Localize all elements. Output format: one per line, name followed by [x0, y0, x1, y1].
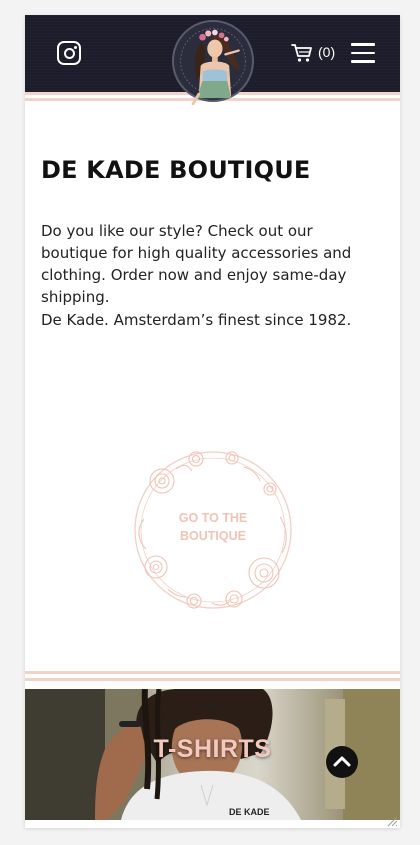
menu-bar [351, 43, 375, 46]
chevron-up-icon [333, 756, 351, 767]
intro-paragraph: Do you like our style? Check out our bou… [41, 222, 352, 306]
tagline-paragraph: De Kade. Amsterdam’s finest since 1982. [41, 311, 352, 329]
page-title: DE KADE BOUTIQUE [41, 156, 311, 184]
scroll-to-top-button[interactable] [326, 746, 358, 778]
hamburger-menu-icon[interactable] [351, 43, 375, 63]
boutique-link-line1: GO TO THE [178, 511, 248, 525]
boutique-logo[interactable] [172, 20, 254, 106]
resize-handle-icon[interactable] [386, 815, 398, 827]
boutique-link-line2: BOUTIQUE [180, 529, 246, 543]
instagram-icon[interactable] [57, 41, 81, 65]
shirt-print: DE KADE [229, 807, 270, 817]
boutique-link-label: GO TO THE BOUTIQUE [132, 509, 294, 545]
page-card: (0) DE KADE BOUTIQUE Do you like our sty… [25, 15, 400, 828]
section-divider [25, 671, 400, 674]
section-divider [25, 678, 400, 681]
menu-bar [351, 51, 375, 54]
cart-count[interactable]: (0) [318, 43, 335, 61]
go-to-boutique-button[interactable]: GO TO THE BOUTIQUE [132, 449, 294, 611]
menu-bar [351, 60, 375, 63]
cart-icon[interactable] [291, 43, 313, 63]
